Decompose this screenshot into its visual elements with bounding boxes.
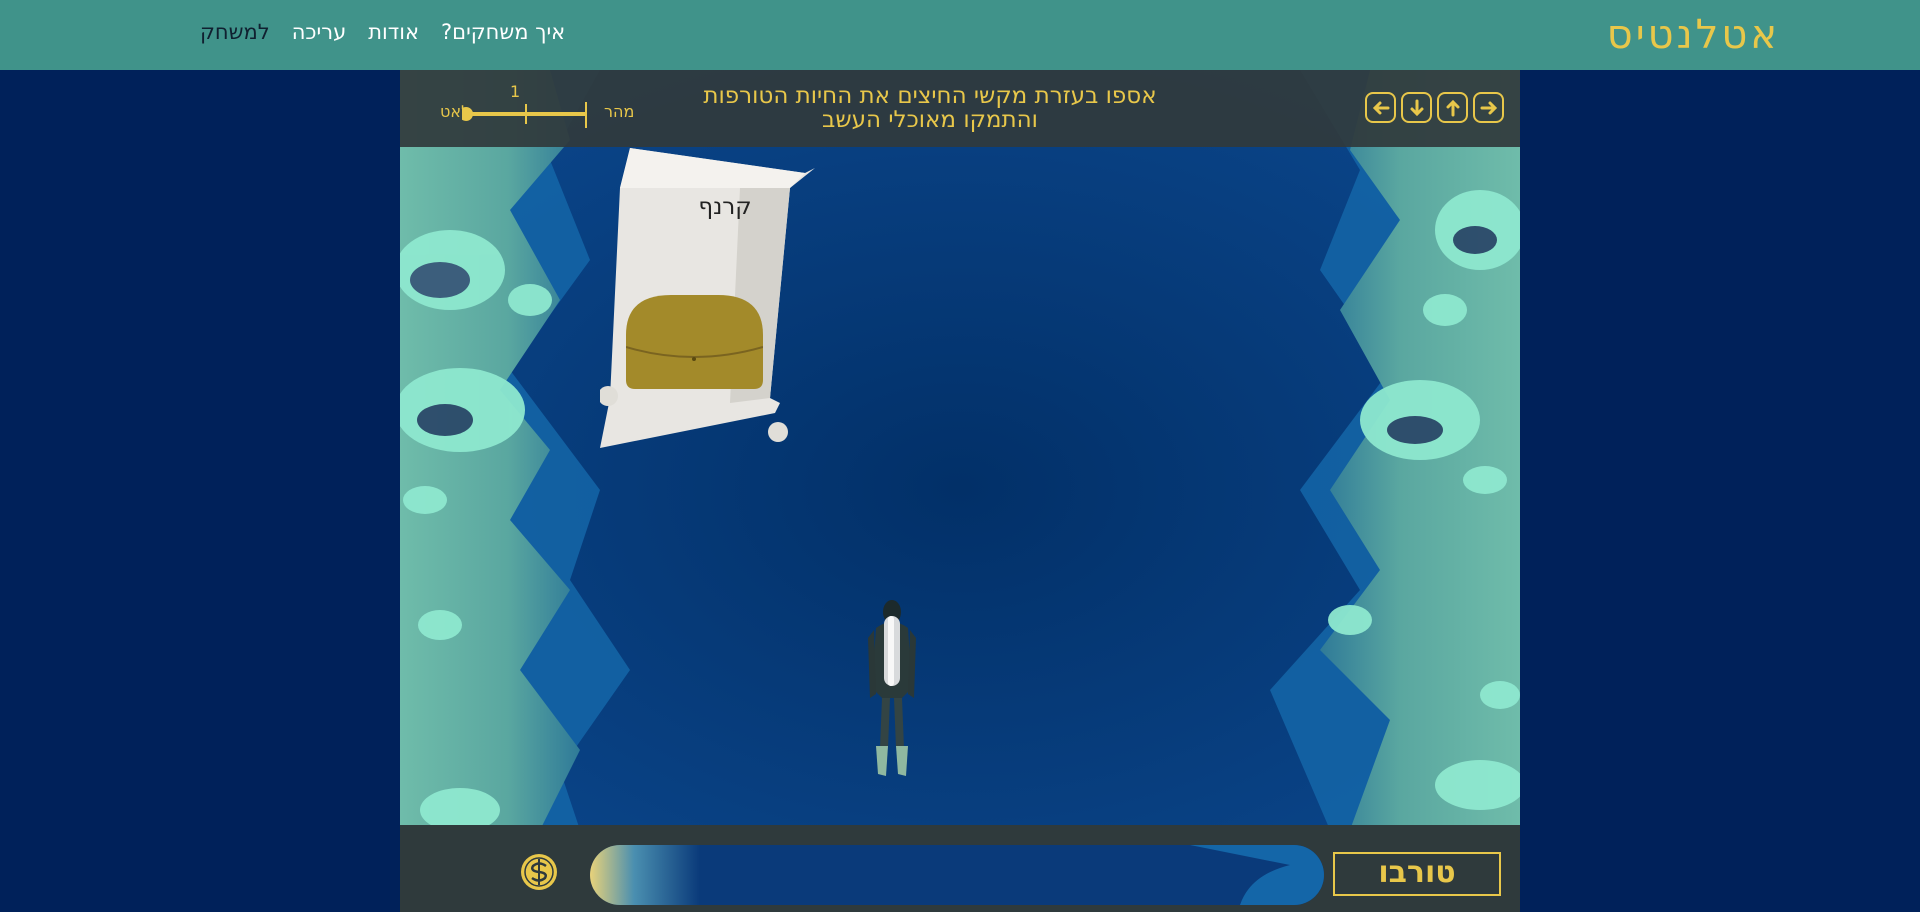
diver-player (868, 600, 916, 776)
top-bar: אטלנטיס למשחק עריכה אודות איך משחקים? (0, 0, 1920, 70)
logo: אטלנטיס (1606, 12, 1780, 58)
instruction-text: אספו בעזרת מקשי החיצים את החיות הטורפות … (703, 83, 1157, 133)
arrow-left-icon (1372, 101, 1389, 114)
speed-fast-label: מהר (604, 102, 635, 121)
arrow-right-button[interactable] (1473, 92, 1504, 123)
arrow-right-icon (1480, 101, 1497, 114)
speed-slider-thumb[interactable] (462, 107, 473, 121)
game-header: אספו בעזרת מקשי החיצים את החיות הטורפות … (400, 70, 1520, 147)
current-word-box: טורבו (1333, 852, 1501, 896)
nav-item-how-to-play[interactable]: איך משחקים? (441, 20, 565, 50)
nav-item-play[interactable]: למשחק (200, 20, 270, 50)
arrow-down-icon (1410, 99, 1423, 116)
game-frame: אספו בעזרת מקשי החיצים את החיות הטורפות … (400, 70, 1520, 912)
falling-word: קרנף (698, 194, 752, 220)
nav-item-about[interactable]: אודות (368, 20, 419, 50)
speed-control: 1 לאט מהר (438, 82, 638, 142)
answer-field-frame (590, 845, 1324, 905)
speed-value: 1 (510, 82, 521, 101)
arrow-up-button[interactable] (1437, 92, 1468, 123)
answer-panel: טורבו (400, 825, 1520, 912)
main-nav: למשחק עריכה אודות איך משחקים? (200, 20, 565, 50)
arrow-left-button[interactable] (1365, 92, 1396, 123)
nav-item-edit[interactable]: עריכה (292, 20, 347, 50)
underwater-scene (400, 70, 1520, 830)
treasure-chest-icon (626, 295, 763, 389)
arrow-controls (1365, 92, 1504, 123)
arrow-up-icon (1446, 99, 1459, 116)
arrow-down-button[interactable] (1401, 92, 1432, 123)
speed-slider[interactable] (462, 100, 602, 130)
dollar-coin-icon[interactable] (520, 853, 558, 891)
answer-input[interactable] (590, 845, 1324, 905)
